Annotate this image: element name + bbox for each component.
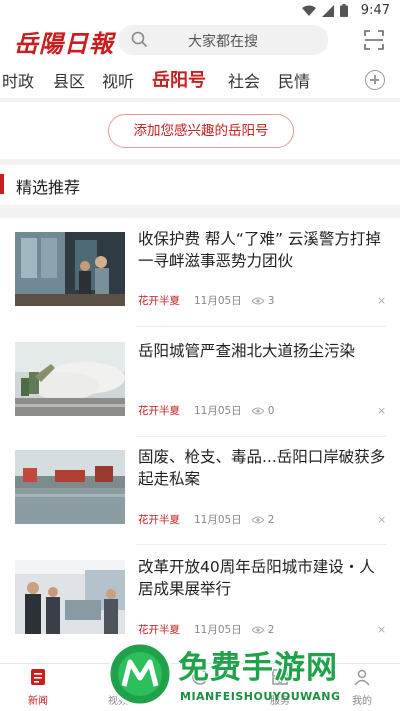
tab-shiting[interactable]: 视听 <box>102 68 134 92</box>
eye-icon <box>251 297 264 304</box>
news-meta: 花开半夏 11月05日 2 <box>138 622 274 637</box>
wifi-icon <box>302 5 316 16</box>
add-channel-icon[interactable] <box>365 70 385 90</box>
news-date: 11月05日 <box>194 295 242 307</box>
news-view-count: 3 <box>267 294 275 307</box>
dismiss-icon[interactable]: × <box>377 513 386 526</box>
news-title: 改革开放40周年岳阳城市建设・人居成果展举行 <box>138 558 375 598</box>
tab-shizheng[interactable]: 时政 <box>2 68 34 92</box>
status-icons <box>302 4 348 17</box>
news-icon <box>31 669 45 685</box>
scan-icon[interactable] <box>364 30 384 50</box>
signal-icon <box>322 4 334 17</box>
news-thumbnail <box>15 342 125 416</box>
news-thumbnail <box>15 450 125 524</box>
tab-minqing[interactable]: 民情 <box>278 68 310 92</box>
app-logo: 岳陽日報 <box>14 29 114 58</box>
search-box[interactable]: 大家都在搜 <box>118 25 328 55</box>
app-header: 岳陽日報 大家都在搜 <box>0 22 400 62</box>
eye-icon <box>251 516 264 523</box>
battery-icon <box>340 4 348 17</box>
channel-tabs: 时政 县区 视听 岳阳号 社会 民情 <box>0 62 400 98</box>
watermark-title: 免费手游网 <box>178 650 338 686</box>
dismiss-icon[interactable]: × <box>377 404 386 417</box>
watermark-logo-icon <box>107 641 173 707</box>
news-item[interactable]: 改革开放40周年岳阳城市建设・人居成果展举行 花开半夏 11月05日 2 × <box>0 544 400 654</box>
watermark: 免费手游网 MIANFEISHOUYOUWANG <box>100 640 400 711</box>
news-date: 11月05日 <box>194 514 242 526</box>
news-item[interactable]: 固废、枪支、毒品...岳阳口岸破获多起走私案 花开半夏 11月05日 2 × <box>0 436 400 546</box>
news-thumbnail <box>15 560 125 634</box>
tab-shehui[interactable]: 社会 <box>228 68 260 92</box>
news-view-count: 2 <box>267 623 275 636</box>
news-date: 11月05日 <box>194 624 242 636</box>
news-source: 花开半夏 <box>138 295 180 307</box>
news-date: 11月05日 <box>194 405 242 417</box>
news-meta: 花开半夏 11月05日 2 <box>138 512 274 527</box>
section-header: 精选推荐 <box>0 165 400 205</box>
dismiss-icon[interactable]: × <box>377 623 386 636</box>
search-placeholder: 大家都在搜 <box>188 34 258 50</box>
news-view-count: 2 <box>267 513 275 526</box>
nav-news[interactable]: 新闻 <box>8 668 68 707</box>
news-view-count: 0 <box>267 404 275 417</box>
news-title: 收保护费 帮人“了难” 云溪警方打掉一寻衅滋事恶势力团伙 <box>138 230 381 270</box>
news-thumbnail <box>15 232 125 306</box>
status-bar: 9:47 <box>0 0 400 22</box>
section-title: 精选推荐 <box>16 178 81 197</box>
news-meta: 花开半夏 11月05日 0 <box>138 403 274 418</box>
news-meta: 花开半夏 11月05日 3 <box>138 293 274 308</box>
section-accent-bar <box>0 174 4 194</box>
news-source: 花开半夏 <box>138 514 180 526</box>
news-source: 花开半夏 <box>138 624 180 636</box>
news-item[interactable]: 岳阳城管严查湘北大道扬尘污染 花开半夏 11月05日 0 × <box>0 326 400 436</box>
tab-yueyanghao[interactable]: 岳阳号 <box>152 66 206 92</box>
news-title: 岳阳城管严查湘北大道扬尘污染 <box>138 342 356 360</box>
news-title: 固废、枪支、毒品...岳阳口岸破获多起走私案 <box>138 448 386 488</box>
subscribe-area: 添加您感兴趣的岳阳号 <box>0 102 400 159</box>
news-feed: 收保护费 帮人“了难” 云溪警方打掉一寻衅滋事恶势力团伙 花开半夏 11月05日… <box>0 218 400 663</box>
news-source: 花开半夏 <box>138 405 180 417</box>
dismiss-icon[interactable]: × <box>377 294 386 307</box>
eye-icon <box>251 626 264 633</box>
news-item[interactable]: 收保护费 帮人“了难” 云溪警方打掉一寻衅滋事恶势力团伙 花开半夏 11月05日… <box>0 218 400 328</box>
search-icon <box>131 31 148 48</box>
watermark-subtitle: MIANFEISHOUYOUWANG <box>180 690 341 703</box>
nav-news-label: 新闻 <box>28 696 48 707</box>
eye-icon <box>251 407 264 414</box>
add-subscription-button[interactable]: 添加您感兴趣的岳阳号 <box>108 114 294 148</box>
tab-xianqu[interactable]: 县区 <box>53 68 85 92</box>
status-time: 9:47 <box>360 3 390 18</box>
